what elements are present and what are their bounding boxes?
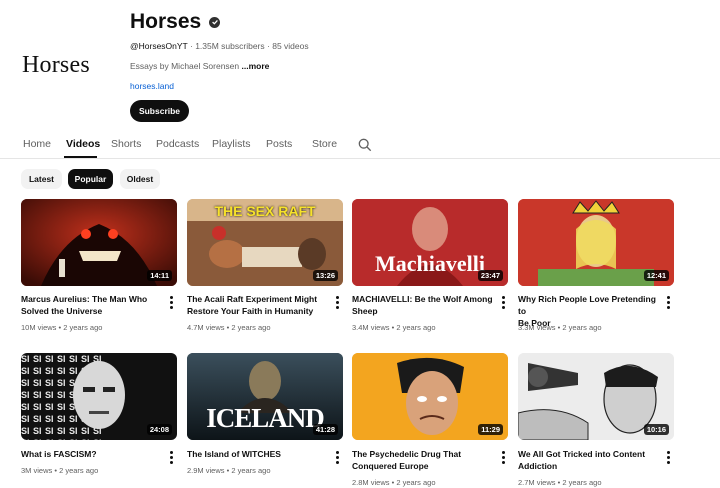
more-options-icon[interactable] [501, 450, 505, 464]
more-options-icon[interactable] [169, 450, 173, 464]
more-options-icon[interactable] [666, 295, 670, 309]
video-meta: 10M views • 2 years ago [21, 323, 103, 332]
video-title[interactable]: MACHIAVELLI: Be the Wolf Among Sheep [352, 293, 496, 317]
more-options-icon[interactable] [169, 295, 173, 309]
video-thumbnail[interactable]: THE SEX RAFT 13:26 [187, 199, 343, 286]
video-meta: 3.4M views • 2 years ago [352, 323, 436, 332]
video-duration: 11:29 [478, 424, 503, 435]
search-icon[interactable] [358, 138, 372, 152]
video-title-line: Why Rich People Love Pretending to [518, 294, 656, 316]
channel-logo-text: Horses [22, 51, 90, 78]
more-options-icon[interactable] [501, 295, 505, 309]
video-thumbnail[interactable]: 11:29 [352, 353, 508, 440]
video-title-line: The Acali Raft Experiment Might [187, 294, 318, 304]
more-options-icon[interactable] [666, 450, 670, 464]
channel-title: Horses [130, 10, 221, 34]
video-title-line: Sheep [352, 306, 378, 316]
upload-age: 2 years ago [59, 466, 99, 475]
view-count: 2.8M views [352, 478, 390, 487]
channel-tabs: Home Videos Shorts Podcasts Playlists Po… [0, 130, 720, 158]
video-title[interactable]: The Island of WITCHES [187, 448, 331, 460]
upload-age: 2 years ago [231, 466, 271, 475]
tab-posts[interactable]: Posts [266, 138, 292, 150]
view-count: 4.7M views [187, 323, 225, 332]
tab-videos[interactable]: Videos [66, 138, 100, 150]
video-title-line: Restore Your Faith in Humanity [187, 306, 314, 316]
more-link[interactable]: ...more [242, 61, 270, 71]
channel-logo[interactable]: Horses [22, 45, 116, 85]
video-title-line: The Island of WITCHES [187, 449, 281, 459]
video-duration: 23:47 [477, 270, 503, 281]
tab-home[interactable]: Home [23, 138, 51, 150]
channel-handle: @HorsesOnYT [130, 41, 188, 51]
channel-meta: @HorsesOnYT · 1.35M subscribers · 85 vid… [130, 41, 309, 51]
video-duration: 14:11 [147, 270, 172, 281]
tab-shorts[interactable]: Shorts [111, 138, 141, 150]
upload-age: 2 years ago [63, 323, 103, 332]
subscriber-count: 1.35M subscribers [195, 41, 265, 51]
view-count: 2.9M views [187, 466, 225, 475]
view-count: 10M views [21, 323, 57, 332]
video-title[interactable]: What is FASCISM? [21, 448, 165, 460]
upload-age: 2 years ago [396, 478, 436, 487]
video-title[interactable]: The Acali Raft Experiment Might Restore … [187, 293, 331, 317]
video-thumbnail[interactable]: 10:16 [518, 353, 674, 440]
tab-store[interactable]: Store [312, 138, 337, 150]
chip-popular[interactable]: Popular [68, 169, 113, 189]
video-thumbnail[interactable]: ICELAND 41:28 [187, 353, 343, 440]
view-count: 3.3M views [518, 323, 556, 332]
upload-age: 2 years ago [562, 478, 602, 487]
video-title-line: Addiction [518, 461, 558, 471]
video-duration: 24:08 [146, 424, 172, 435]
channel-description[interactable]: Essays by Michael Sorensen ...more [130, 61, 269, 71]
video-title[interactable]: We All Got Tricked into Content Addictio… [518, 448, 662, 472]
video-thumbnail[interactable]: 12:41 [518, 199, 674, 286]
video-title[interactable]: The Psychedelic Drug That Conquered Euro… [352, 448, 496, 472]
video-thumbnail[interactable]: Machiavelli 23:47 [352, 199, 508, 286]
video-duration: 10:16 [643, 424, 669, 435]
thumbnail-caption: THE SEX RAFT [214, 203, 316, 219]
chip-oldest[interactable]: Oldest [120, 169, 160, 189]
video-title-line: What is FASCISM? [21, 449, 97, 459]
view-count: 2.7M views [518, 478, 556, 487]
channel-link[interactable]: horses.land [130, 81, 174, 91]
verified-badge-icon [209, 16, 221, 28]
video-duration: 12:41 [643, 270, 669, 281]
description-text: Essays by Michael Sorensen [130, 61, 240, 71]
tab-playlists[interactable]: Playlists [212, 138, 251, 150]
video-meta: 4.7M views • 2 years ago [187, 323, 271, 332]
view-count: 3M views [21, 466, 53, 475]
chip-latest[interactable]: Latest [21, 169, 62, 189]
video-title-line: MACHIAVELLI: Be the Wolf Among [352, 294, 493, 304]
video-title-line: Marcus Aurelius: The Man Who [21, 294, 148, 304]
video-count: 85 videos [272, 41, 309, 51]
video-title-line: We All Got Tricked into Content [518, 449, 646, 459]
upload-age: 2 years ago [231, 323, 271, 332]
video-thumbnail[interactable]: SI SI SI SI SI SI SI SI SI SI SI SI SI SI… [21, 353, 177, 440]
tab-podcasts[interactable]: Podcasts [156, 138, 199, 150]
video-meta: 2.8M views • 2 years ago [352, 478, 436, 487]
upload-age: 2 years ago [396, 323, 436, 332]
view-count: 3.4M views [352, 323, 390, 332]
video-meta: 3M views • 2 years ago [21, 466, 99, 475]
video-title-line: Solved the Universe [21, 306, 103, 316]
more-options-icon[interactable] [335, 295, 339, 309]
video-meta: 2.9M views • 2 years ago [187, 466, 271, 475]
video-thumbnail[interactable]: 14:11 [21, 199, 177, 286]
video-meta: 2.7M views • 2 years ago [518, 478, 602, 487]
video-title[interactable]: Marcus Aurelius: The Man Who Solved the … [21, 293, 165, 317]
upload-age: 2 years ago [562, 323, 602, 332]
video-title-line: Conquered Europe [352, 461, 429, 471]
video-meta: 3.3M views • 2 years ago [518, 323, 602, 332]
video-duration: 41:28 [312, 424, 338, 435]
video-title-line: The Psychedelic Drug That [352, 449, 462, 459]
subscribe-button[interactable]: Subscribe [130, 100, 189, 122]
video-duration: 13:26 [312, 270, 338, 281]
tabs-divider [0, 158, 720, 159]
channel-name: Horses [130, 10, 202, 33]
more-options-icon[interactable] [335, 450, 339, 464]
